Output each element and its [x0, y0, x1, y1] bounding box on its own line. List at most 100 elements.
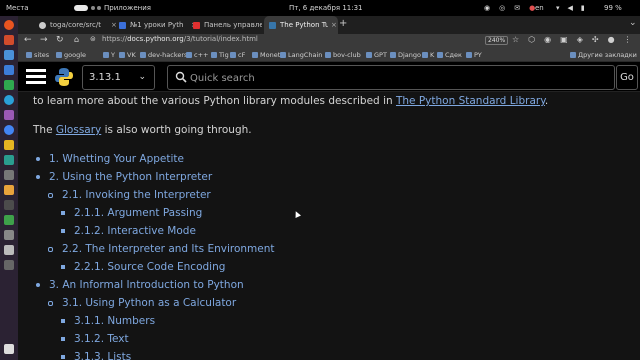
site-info-icon[interactable]: ⊜: [90, 35, 96, 43]
toc-link[interactable]: 3.1.1. Numbers: [74, 315, 155, 327]
close-tab-icon[interactable]: ×: [331, 21, 337, 29]
folder-icon: [56, 52, 62, 58]
version-select[interactable]: 3.13.1 ⌄: [82, 65, 155, 90]
toc-link[interactable]: 2.2.1. Source Code Encoding: [74, 261, 225, 273]
bookmark-item[interactable]: PY: [466, 51, 482, 59]
bookmark-item[interactable]: VK: [119, 51, 136, 59]
extension-icon[interactable]: ▣: [560, 35, 568, 44]
chrome-icon[interactable]: [4, 125, 14, 135]
trash-icon[interactable]: [4, 245, 14, 255]
toc-link[interactable]: 2.1. Invoking the Interpreter: [62, 189, 211, 201]
workspace-indicator-dot[interactable]: [91, 6, 95, 10]
extensions-puzzle-icon[interactable]: ✣: [592, 35, 599, 44]
zoom-indicator[interactable]: 240%: [485, 36, 509, 45]
intro-paragraph: to learn more about the various Python l…: [33, 95, 549, 107]
bookmark-item[interactable]: bov-club: [325, 51, 361, 59]
vscode-icon[interactable]: [4, 50, 14, 60]
app-icon[interactable]: [4, 110, 14, 120]
extension-icon[interactable]: ◈: [577, 35, 583, 44]
github-icon: [39, 21, 46, 29]
bookmark-item[interactable]: google: [56, 51, 86, 59]
toc-link[interactable]: 3.1.3. Lists: [74, 351, 131, 360]
home-icon[interactable]: ⌂: [74, 35, 79, 44]
bookmark-item[interactable]: Y: [103, 51, 115, 59]
activities-button[interactable]: Места: [6, 4, 29, 12]
ubuntu-app-icon[interactable]: [4, 20, 14, 30]
telegram-icon[interactable]: [4, 95, 14, 105]
toc-link[interactable]: 3.1. Using Python as a Calculator: [62, 297, 236, 309]
app-icon[interactable]: [4, 215, 14, 225]
other-bookmarks[interactable]: Другие закладки: [570, 51, 637, 59]
folder-icon: [437, 52, 443, 58]
tab-title: Панель управле: [204, 21, 262, 29]
url-path: /3/tutorial/index.html: [183, 35, 258, 43]
tab-search-icon[interactable]: ⌄: [629, 18, 637, 28]
browser-tab[interactable]: Панель управле ×: [188, 16, 272, 34]
toc-item: 3.1.1. Numbers: [61, 315, 155, 327]
app-icon[interactable]: [4, 170, 14, 180]
terminal-icon[interactable]: [4, 200, 14, 210]
toc-link[interactable]: 2.2. The Interpreter and Its Environment: [62, 243, 275, 255]
app-icon[interactable]: [4, 35, 14, 45]
keyboard-layout-indicator[interactable]: en: [535, 4, 544, 12]
glossary-link[interactable]: Glossary: [56, 124, 101, 136]
volume-icon[interactable]: ◀: [568, 4, 573, 12]
url-host: docs.python.org: [127, 35, 184, 43]
menu-hamburger-icon[interactable]: [26, 69, 46, 85]
extension-icon[interactable]: ◉: [544, 35, 551, 44]
workspace-indicator-dot[interactable]: [97, 6, 101, 10]
app-icon[interactable]: [4, 80, 14, 90]
show-apps-icon[interactable]: [4, 344, 14, 354]
browser-tab[interactable]: toga/core/src/t ×: [34, 16, 118, 34]
folder-icon: [119, 52, 125, 58]
app-icon[interactable]: [4, 230, 14, 240]
menu-kebab-icon[interactable]: ⋮: [624, 35, 632, 44]
bookmark-item[interactable]: c++: [186, 51, 208, 59]
browser-tab[interactable]: №1 уроки Pyth ×: [114, 16, 198, 34]
toc-item: 3. An Informal Introduction to Python: [36, 279, 244, 291]
go-button[interactable]: Go: [616, 65, 638, 90]
reload-icon[interactable]: ↻: [56, 35, 64, 45]
toc-link[interactable]: 2. Using the Python Interpreter: [49, 171, 212, 183]
standard-library-link[interactable]: The Python Standard Library: [396, 95, 545, 107]
python-logo-icon[interactable]: [54, 67, 74, 87]
applications-menu[interactable]: Приложения: [104, 4, 151, 12]
app-icon[interactable]: [4, 185, 14, 195]
workspace-indicator-active[interactable]: [74, 5, 88, 11]
toc-link[interactable]: 1. Whetting Your Appetite: [49, 153, 184, 165]
toc-link[interactable]: 3. An Informal Introduction to Python: [49, 279, 244, 291]
bookmark-item[interactable]: dev-hackers: [140, 51, 187, 59]
profile-avatar[interactable]: ●: [608, 35, 615, 44]
forward-icon[interactable]: →: [40, 35, 48, 45]
docs-header: 3.13.1 ⌄ Go: [18, 62, 640, 92]
clock[interactable]: Пт, 6 декабря 11:31: [289, 4, 363, 12]
bookmark-item[interactable]: Tig: [211, 51, 229, 59]
toc-link[interactable]: 2.1.1. Argument Passing: [74, 207, 202, 219]
app-icon[interactable]: [4, 260, 14, 270]
address-bar[interactable]: https://docs.python.org/3/tutorial/index…: [102, 35, 258, 43]
back-icon[interactable]: ←: [24, 35, 32, 45]
extension-icon[interactable]: ⬡: [528, 35, 535, 44]
bookmark-item[interactable]: GPT: [366, 51, 387, 59]
bookmark-item[interactable]: cF: [230, 51, 245, 59]
bookmark-item[interactable]: Сдек: [437, 51, 462, 59]
bookmark-item[interactable]: sites: [26, 51, 49, 59]
network-icon[interactable]: ▾: [556, 4, 560, 12]
bookmark-item[interactable]: K: [422, 51, 434, 59]
app-icon[interactable]: [4, 140, 14, 150]
bookmark-item[interactable]: LangChain: [280, 51, 322, 59]
bookmark-item[interactable]: Django: [390, 51, 421, 59]
tray-app-icon[interactable]: ◎: [499, 4, 505, 12]
bookmark-star-icon[interactable]: ☆: [512, 35, 519, 44]
app-icon[interactable]: [4, 155, 14, 165]
search-input[interactable]: [190, 70, 590, 86]
toc-link[interactable]: 3.1.2. Text: [74, 333, 129, 345]
browser-tab-active[interactable]: The Python Tuto ×: [264, 16, 338, 34]
tray-app-icon[interactable]: ◉: [484, 4, 490, 12]
new-tab-button[interactable]: +: [339, 18, 347, 29]
tray-app-icon[interactable]: ✉: [514, 4, 520, 12]
battery-icon[interactable]: ▮: [581, 4, 585, 12]
app-icon[interactable]: [4, 65, 14, 75]
folder-icon: [422, 52, 428, 58]
toc-link[interactable]: 2.1.2. Interactive Mode: [74, 225, 196, 237]
